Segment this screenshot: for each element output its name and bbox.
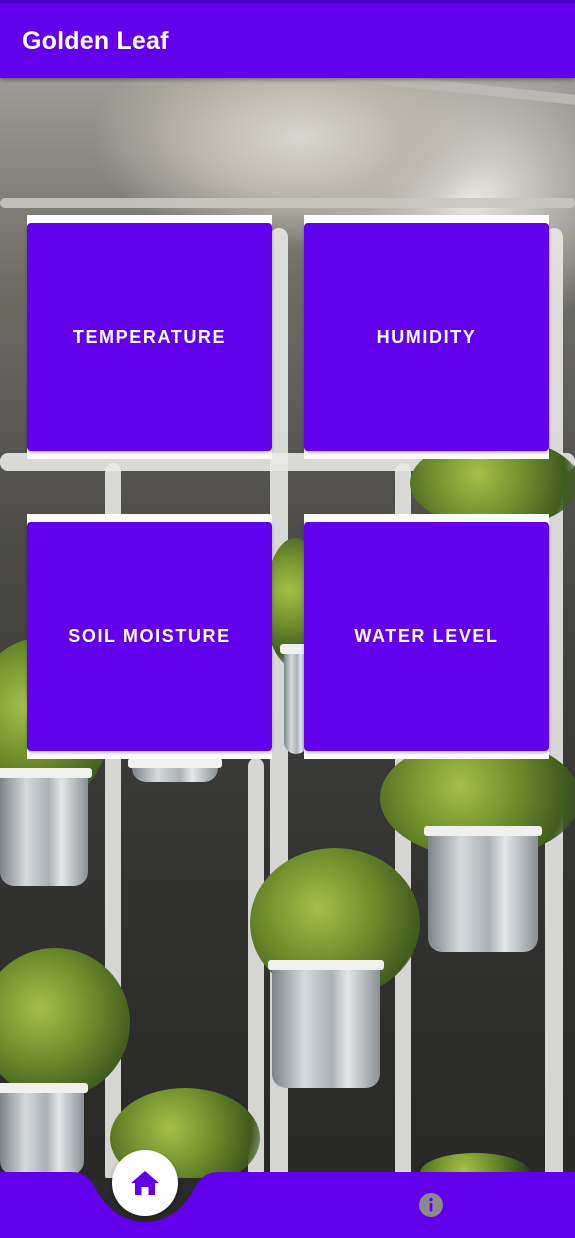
humidity-card-label: HUMIDITY <box>376 326 477 347</box>
water-level-card-label: WATER LEVEL <box>354 626 499 646</box>
humidity-card-frame: HUMIDITY <box>304 215 549 459</box>
temperature-card[interactable]: TEMPERATURE <box>27 223 272 451</box>
water-level-card-frame: WATER LEVEL <box>304 514 549 759</box>
temperature-card-frame: TEMPERATURE <box>27 215 272 459</box>
bottom-navigation <box>0 1172 575 1238</box>
info-icon <box>419 1193 443 1217</box>
temperature-card-label: TEMPERATURE <box>72 326 227 347</box>
bottom-nav-background <box>0 1172 575 1238</box>
app-bar: Golden Leaf <box>0 0 575 78</box>
home-button[interactable] <box>112 1150 178 1216</box>
info-button[interactable] <box>418 1192 444 1218</box>
soil-moisture-card-label: SOIL MOISTURE <box>68 626 231 646</box>
humidity-card[interactable]: HUMIDITY <box>304 223 549 451</box>
home-icon <box>131 1171 159 1195</box>
app-title: Golden Leaf <box>22 27 169 55</box>
soil-moisture-card-frame: SOIL MOISTURE <box>27 514 272 759</box>
water-level-card[interactable]: WATER LEVEL <box>304 522 549 751</box>
soil-moisture-card[interactable]: SOIL MOISTURE <box>27 522 272 751</box>
